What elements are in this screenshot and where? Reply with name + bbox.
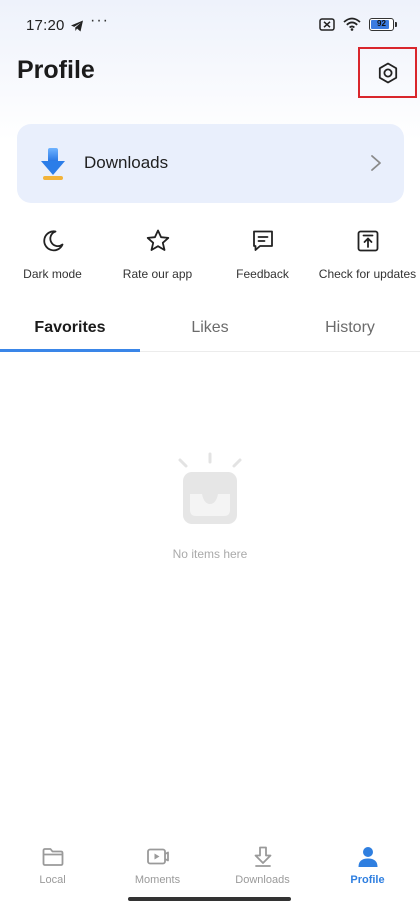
battery-tip [395, 21, 397, 27]
nav-downloads-label: Downloads [235, 874, 290, 886]
nav-profile-label: Profile [350, 874, 385, 886]
nav-local-label: Local [39, 874, 66, 886]
check-updates-button[interactable]: Check for updates [315, 228, 420, 288]
dark-mode-button[interactable]: Dark mode [0, 228, 105, 288]
downloads-card[interactable]: Downloads [17, 124, 404, 203]
bottom-navigation: Local Moments Downloads Profile [0, 840, 420, 890]
rate-app-button[interactable]: Rate our app [105, 228, 210, 288]
tab-likes[interactable]: Likes [140, 313, 280, 351]
person-icon [358, 847, 377, 867]
folder-icon [42, 848, 63, 866]
battery-icon: 92 [369, 17, 397, 31]
more-notifications-icon: ··· [90, 12, 109, 29]
empty-tv-icon [178, 452, 242, 524]
nav-moments-label: Moments [134, 874, 181, 886]
tab-history[interactable]: History [280, 313, 420, 351]
download-arrow-icon [41, 148, 65, 180]
status-indicators: 92 [319, 17, 397, 31]
nav-profile[interactable]: Profile [315, 840, 420, 890]
status-bar: 17:20 ··· 92 [0, 0, 420, 52]
telegram-icon [71, 20, 83, 32]
nav-moments[interactable]: Moments [105, 840, 210, 890]
download-icon [254, 846, 271, 867]
rate-app-label: Rate our app [122, 267, 193, 281]
empty-state-text: No items here [172, 547, 248, 561]
check-updates-label: Check for updates [318, 267, 417, 281]
update-icon [357, 230, 378, 252]
home-indicator [128, 897, 291, 901]
content-tabs: Favorites Likes History [0, 313, 420, 352]
status-time: 17:20 [26, 17, 65, 34]
feedback-icon [252, 230, 273, 251]
feedback-button[interactable]: Feedback [210, 228, 315, 288]
chevron-right-icon [371, 155, 381, 171]
feedback-label: Feedback [236, 267, 289, 281]
tab-favorites[interactable]: Favorites [0, 313, 140, 352]
video-icon [146, 848, 169, 865]
page-title: Profile [17, 56, 95, 84]
sim-off-icon [319, 17, 335, 31]
nav-downloads[interactable]: Downloads [210, 840, 315, 890]
star-icon [146, 229, 169, 251]
wifi-icon [343, 17, 361, 31]
quick-actions: Dark mode Rate our app Feedback Check fo… [0, 228, 420, 288]
nav-local[interactable]: Local [0, 840, 105, 890]
gear-icon [378, 62, 397, 83]
downloads-card-label: Downloads [84, 153, 169, 172]
moon-icon [42, 230, 63, 252]
settings-button[interactable] [358, 47, 417, 98]
dark-mode-label: Dark mode [23, 267, 82, 281]
battery-level: 92 [377, 18, 386, 28]
